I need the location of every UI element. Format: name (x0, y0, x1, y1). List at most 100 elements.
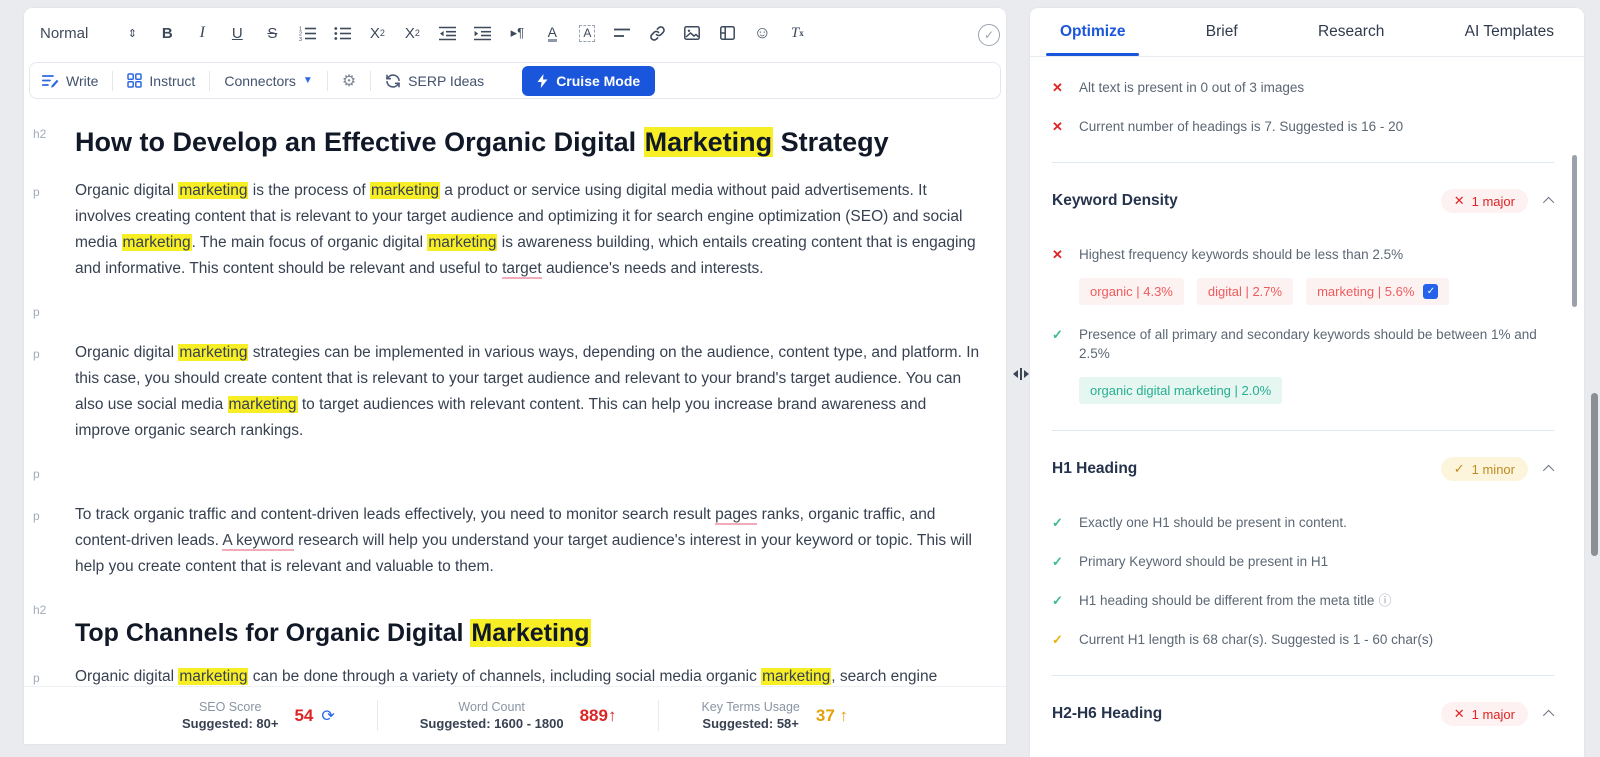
bolt-icon (537, 74, 548, 88)
doc-paragraph[interactable]: Organic digital marketing can be done th… (75, 664, 1002, 686)
cruise-mode-button[interactable]: Cruise Mode (522, 66, 655, 96)
doc-heading[interactable]: How to Develop an Effective Organic Digi… (75, 124, 1002, 160)
pill-label: organic | 4.3% (1090, 284, 1173, 299)
editor-panel: Normal ⇕ B I U S 123 X2 X2 ▸¶ A A (24, 8, 1006, 744)
highlighted-keyword[interactable]: marketing (178, 668, 248, 685)
highlighted-keyword[interactable]: marketing (228, 396, 298, 413)
text-direction-icon[interactable]: ▸¶ (506, 21, 528, 45)
check-text: Exactly one H1 should be present in cont… (1079, 513, 1347, 532)
underlined-suggestion[interactable]: A keyword (222, 532, 294, 551)
clear-formatting-icon[interactable]: Tx (786, 21, 808, 45)
highlighted-keyword[interactable]: marketing (761, 668, 831, 685)
document-body[interactable]: h2How to Develop an Effective Organic Di… (24, 104, 1002, 686)
doc-paragraph[interactable]: Organic digital marketing strategies can… (75, 340, 1002, 444)
keyword-pill[interactable]: digital | 2.7% (1197, 278, 1293, 305)
word-count-suggested: Suggested: 1600 - 1800 (420, 716, 564, 731)
cruise-mode-label: Cruise Mode (556, 73, 640, 89)
check-circle-icon[interactable]: ✓ (978, 24, 1000, 46)
panel-scrollbar[interactable] (1572, 155, 1577, 307)
check-icon: ✓ (1454, 461, 1465, 477)
refresh-icon (385, 74, 401, 88)
doc-block-row: pOrganic digital marketing strategies ca… (24, 340, 1002, 460)
outdent-icon[interactable] (436, 21, 458, 45)
emoji-icon[interactable]: ☺ (751, 21, 773, 45)
font-size-stepper-icon[interactable]: ⇕ (121, 21, 143, 45)
highlighted-keyword[interactable]: Marketing (644, 127, 774, 157)
italic-icon[interactable]: I (191, 21, 213, 45)
check-icon: ✓ (1052, 591, 1066, 610)
image-icon[interactable] (681, 21, 703, 45)
section-title: H2-H6 Heading (1052, 705, 1162, 723)
editor-stats-bar: SEO Score Suggested: 80+ 54 ⟳ Word Count… (24, 686, 1006, 744)
strikethrough-icon[interactable]: S (261, 21, 283, 45)
section-title: Keyword Density (1052, 192, 1178, 210)
instruct-button[interactable]: Instruct (127, 73, 195, 89)
x-icon: ✕ (1454, 706, 1465, 722)
up-arrow-icon: ↑ (608, 706, 617, 725)
keyword-pill[interactable]: marketing | 5.6%✓ (1306, 278, 1449, 305)
block-type-label: p (24, 460, 75, 502)
doc-paragraph[interactable] (75, 460, 1002, 486)
pill-label: organic digital marketing | 2.0% (1090, 383, 1271, 398)
badge-label: 1 major (1472, 707, 1515, 722)
subscript-icon[interactable]: X2 (366, 21, 388, 45)
highlighted-keyword[interactable]: marketing (178, 344, 248, 361)
keyword-pill[interactable]: organic | 4.3% (1079, 278, 1184, 305)
gear-icon[interactable]: ⚙ (342, 71, 356, 91)
write-label: Write (66, 73, 98, 89)
underlined-suggestion[interactable]: target (502, 260, 542, 279)
tab-optimize[interactable]: Optimize (1060, 8, 1125, 56)
highlighted-keyword[interactable]: marketing (427, 234, 497, 251)
ordered-list-icon[interactable]: 123 (296, 21, 318, 45)
refresh-score-icon[interactable]: ⟳ (321, 706, 334, 726)
doc-paragraph[interactable]: To track organic traffic and content-dri… (75, 502, 1002, 580)
highlighted-keyword[interactable]: marketing (122, 234, 192, 251)
resize-left-arrow-icon (1013, 370, 1018, 378)
badge-label: 1 major (1472, 194, 1515, 209)
highlighted-keyword[interactable]: Marketing (470, 619, 590, 647)
serp-ideas-button[interactable]: SERP Ideas (385, 73, 484, 89)
paragraph-style-dropdown[interactable]: Normal (40, 25, 88, 42)
connectors-dropdown[interactable]: Connectors ▼ (224, 73, 313, 89)
block-type-label: p (24, 178, 75, 298)
check-text: Current H1 length is 68 char(s). Suggest… (1079, 630, 1433, 649)
indent-icon[interactable] (471, 21, 493, 45)
check-item: ✓Primary Keyword should be present in H1 (1052, 552, 1554, 571)
tab-brief[interactable]: Brief (1206, 8, 1238, 56)
doc-block-row: pOrganic digital marketing is the proces… (24, 178, 1002, 298)
align-icon[interactable] (611, 21, 633, 45)
underline-icon[interactable]: U (226, 21, 248, 45)
word-count-stat: Word Count Suggested: 1600 - 1800 889↑ (377, 700, 659, 731)
bullet-list-icon[interactable] (331, 21, 353, 45)
keyword-checkbox[interactable]: ✓ (1423, 284, 1438, 299)
info-icon[interactable]: ⓘ (1378, 593, 1391, 608)
chevron-up-icon[interactable] (1543, 710, 1554, 721)
chevron-up-icon[interactable] (1543, 197, 1554, 208)
section-divider (1052, 430, 1554, 431)
doc-block-row: h2Top Channels for Organic Digital Marke… (24, 596, 1002, 664)
up-arrow-icon: ↑ (840, 706, 849, 725)
doc-paragraph[interactable] (75, 298, 1002, 324)
doc-paragraph[interactable]: Organic digital marketing is the process… (75, 178, 1002, 282)
window-scrollbar[interactable] (1591, 393, 1598, 556)
chevron-up-icon[interactable] (1543, 465, 1554, 476)
text-color-icon[interactable]: A (541, 21, 563, 45)
bold-icon[interactable]: B (156, 21, 178, 45)
video-icon[interactable] (716, 21, 738, 45)
tab-ai-templates[interactable]: AI Templates (1465, 8, 1554, 56)
link-icon[interactable] (646, 21, 668, 45)
instruct-label: Instruct (149, 73, 195, 89)
highlighted-keyword[interactable]: marketing (370, 182, 440, 199)
keyword-pill[interactable]: organic digital marketing | 2.0% (1079, 377, 1282, 404)
doc-block-row: h2How to Develop an Effective Organic Di… (24, 120, 1002, 178)
tab-research[interactable]: Research (1318, 8, 1384, 56)
word-count-label: Word Count (420, 700, 564, 714)
write-button[interactable]: Write (42, 73, 98, 89)
panel-resize-handle[interactable] (1013, 368, 1029, 380)
section-header: H2-H6 Heading ✕ 1 major (1052, 702, 1554, 726)
highlighted-keyword[interactable]: marketing (178, 182, 248, 199)
underlined-suggestion[interactable]: pages (715, 506, 757, 525)
superscript-icon[interactable]: X2 (401, 21, 423, 45)
highlight-color-icon[interactable]: A (576, 21, 598, 45)
doc-heading[interactable]: Top Channels for Organic Digital Marketi… (75, 616, 1002, 650)
